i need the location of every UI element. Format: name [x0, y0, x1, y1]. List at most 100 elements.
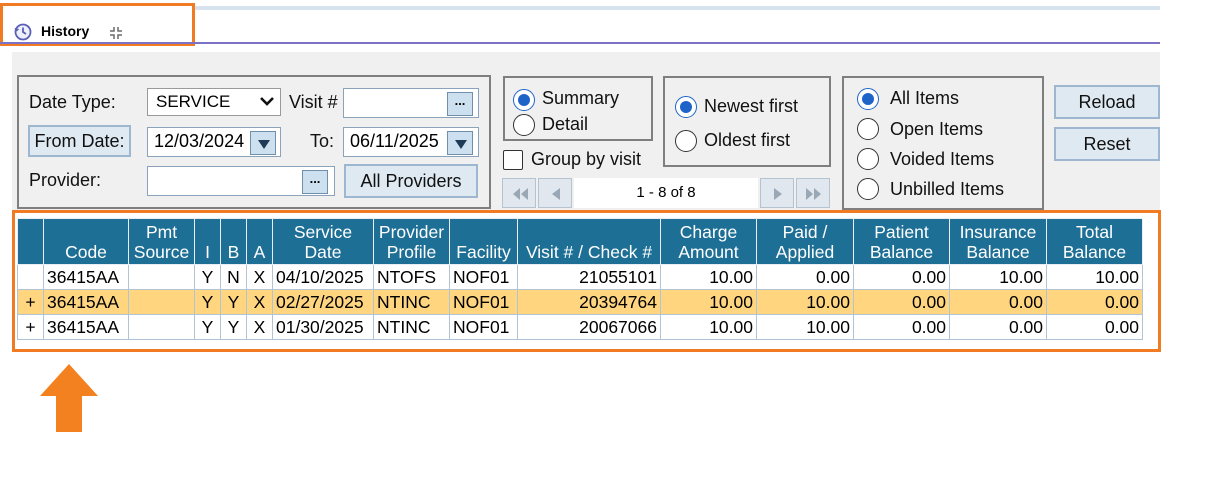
col-total-balance[interactable]: Total Balance [1046, 218, 1143, 265]
date-type-value: SERVICE [156, 92, 231, 111]
voided-items-label: Voided Items [890, 149, 995, 169]
expand-cell[interactable] [17, 264, 44, 290]
tab-title: History [41, 23, 90, 39]
tab-underline [0, 42, 1160, 44]
code-cell: 36415AA [43, 289, 129, 315]
a-cell: X [246, 264, 273, 290]
b-cell: Y [220, 314, 247, 340]
patient-balance-cell: 0.00 [853, 314, 950, 340]
col-expand[interactable] [17, 218, 44, 265]
collapse-icon[interactable] [109, 26, 123, 40]
facility-cell: NOF01 [449, 314, 518, 340]
i-cell: Y [194, 264, 221, 290]
total-balance-cell: 0.00 [1046, 314, 1143, 340]
code-cell: 36415AA [43, 314, 129, 340]
oldest-first-radio[interactable] [675, 130, 697, 152]
table-row[interactable]: 36415AA Y N X 04/10/2025 NTOFS NOF01 210… [17, 264, 1143, 290]
patient-balance-cell: 0.00 [853, 264, 950, 290]
i-cell: Y [194, 314, 221, 340]
first-page-icon [513, 188, 528, 200]
last-page-icon [806, 188, 821, 200]
expand-cell[interactable]: + [17, 314, 44, 340]
col-a[interactable]: A [246, 218, 273, 265]
unbilled-items-label: Unbilled Items [890, 179, 1005, 199]
pmt-source-cell [128, 264, 195, 290]
reload-button[interactable]: Reload [1054, 85, 1160, 119]
b-cell: N [220, 264, 247, 290]
col-code[interactable]: Code [43, 218, 129, 265]
group-by-visit-checkbox[interactable] [503, 150, 523, 170]
all-items-radio[interactable] [857, 88, 879, 110]
first-page-button[interactable] [502, 178, 536, 208]
visit-browse-button[interactable]: ... [447, 92, 473, 116]
charge-amount-cell: 10.00 [660, 289, 757, 315]
table-row[interactable]: + 36415AA Y Y X 01/30/2025 NTINC NOF01 2… [17, 314, 1143, 340]
pager-status: 1 - 8 of 8 [574, 178, 758, 208]
detail-label: Detail [542, 114, 589, 134]
reset-button[interactable]: Reset [1054, 127, 1160, 161]
group-by-visit-label: Group by visit [531, 149, 642, 169]
from-date-value: 12/03/2024 [154, 131, 245, 151]
col-pmt-source[interactable]: Pmt Source [128, 218, 195, 265]
history-tab[interactable]: History [0, 3, 195, 46]
facility-cell: NOF01 [449, 264, 518, 290]
col-patient-balance[interactable]: Patient Balance [853, 218, 950, 265]
insurance-balance-cell: 0.00 [949, 314, 1047, 340]
paid-applied-cell: 10.00 [756, 289, 854, 315]
table-row-selected[interactable]: + 36415AA Y Y X 02/27/2025 NTINC NOF01 2… [17, 289, 1143, 315]
all-items-label: All Items [890, 88, 960, 108]
provider-profile-cell: NTOFS [373, 264, 450, 290]
service-date-cell: 01/30/2025 [272, 314, 374, 340]
to-date-dropdown-button[interactable] [447, 131, 473, 155]
col-provider-profile[interactable]: Provider Profile [373, 218, 450, 265]
from-date-button-label: From Date: [34, 131, 125, 151]
to-date-value: 06/11/2025 [350, 131, 439, 151]
summary-radio[interactable] [513, 89, 535, 111]
date-type-select[interactable]: SERVICE [147, 88, 281, 116]
next-page-icon [774, 188, 782, 200]
paid-applied-cell: 10.00 [756, 314, 854, 340]
next-page-button[interactable] [760, 178, 794, 208]
col-insurance-balance[interactable]: Insurance Balance [949, 218, 1047, 265]
all-providers-label: All Providers [360, 171, 462, 191]
open-items-label: Open Items [890, 119, 984, 139]
provider-profile-cell: NTINC [373, 314, 450, 340]
paid-applied-cell: 0.00 [756, 264, 854, 290]
a-cell: X [246, 289, 273, 315]
last-page-button[interactable] [796, 178, 830, 208]
provider-browse-button[interactable]: ... [302, 170, 328, 194]
visit-check-cell: 20067066 [517, 314, 661, 340]
annotation-arrow-icon [40, 364, 98, 432]
col-paid-applied[interactable]: Paid / Applied [756, 218, 854, 265]
visit-label: Visit # [289, 92, 338, 112]
grid-header-row: Code Pmt Source I B A Service Date Provi… [17, 218, 1143, 265]
newest-first-label: Newest first [704, 96, 799, 116]
open-items-radio[interactable] [857, 118, 879, 140]
sort-order-box [663, 76, 831, 167]
detail-radio[interactable] [513, 114, 535, 136]
from-date-button[interactable]: From Date: [28, 125, 131, 157]
col-i[interactable]: I [194, 218, 221, 265]
col-b[interactable]: B [220, 218, 247, 265]
newest-first-radio[interactable] [675, 96, 697, 118]
expand-cell[interactable]: + [17, 289, 44, 315]
charge-amount-cell: 10.00 [660, 264, 757, 290]
unbilled-items-radio[interactable] [857, 178, 879, 200]
col-service-date[interactable]: Service Date [272, 218, 374, 265]
col-charge-amount[interactable]: Charge Amount [660, 218, 757, 265]
summary-label: Summary [542, 88, 620, 108]
b-cell: Y [220, 289, 247, 315]
provider-profile-cell: NTINC [373, 289, 450, 315]
history-grid: Code Pmt Source I B A Service Date Provi… [17, 218, 1143, 340]
oldest-first-label: Oldest first [704, 130, 791, 150]
charge-amount-cell: 10.00 [660, 314, 757, 340]
col-visit-check[interactable]: Visit # / Check # [517, 218, 661, 265]
col-facility[interactable]: Facility [449, 218, 518, 265]
pager: 1 - 8 of 8 [502, 178, 830, 210]
total-balance-cell: 10.00 [1046, 264, 1143, 290]
visit-check-cell: 21055101 [517, 264, 661, 290]
prev-page-button[interactable] [538, 178, 572, 208]
voided-items-radio[interactable] [857, 148, 879, 170]
from-date-dropdown-button[interactable] [250, 131, 276, 155]
all-providers-button[interactable]: All Providers [344, 164, 478, 198]
